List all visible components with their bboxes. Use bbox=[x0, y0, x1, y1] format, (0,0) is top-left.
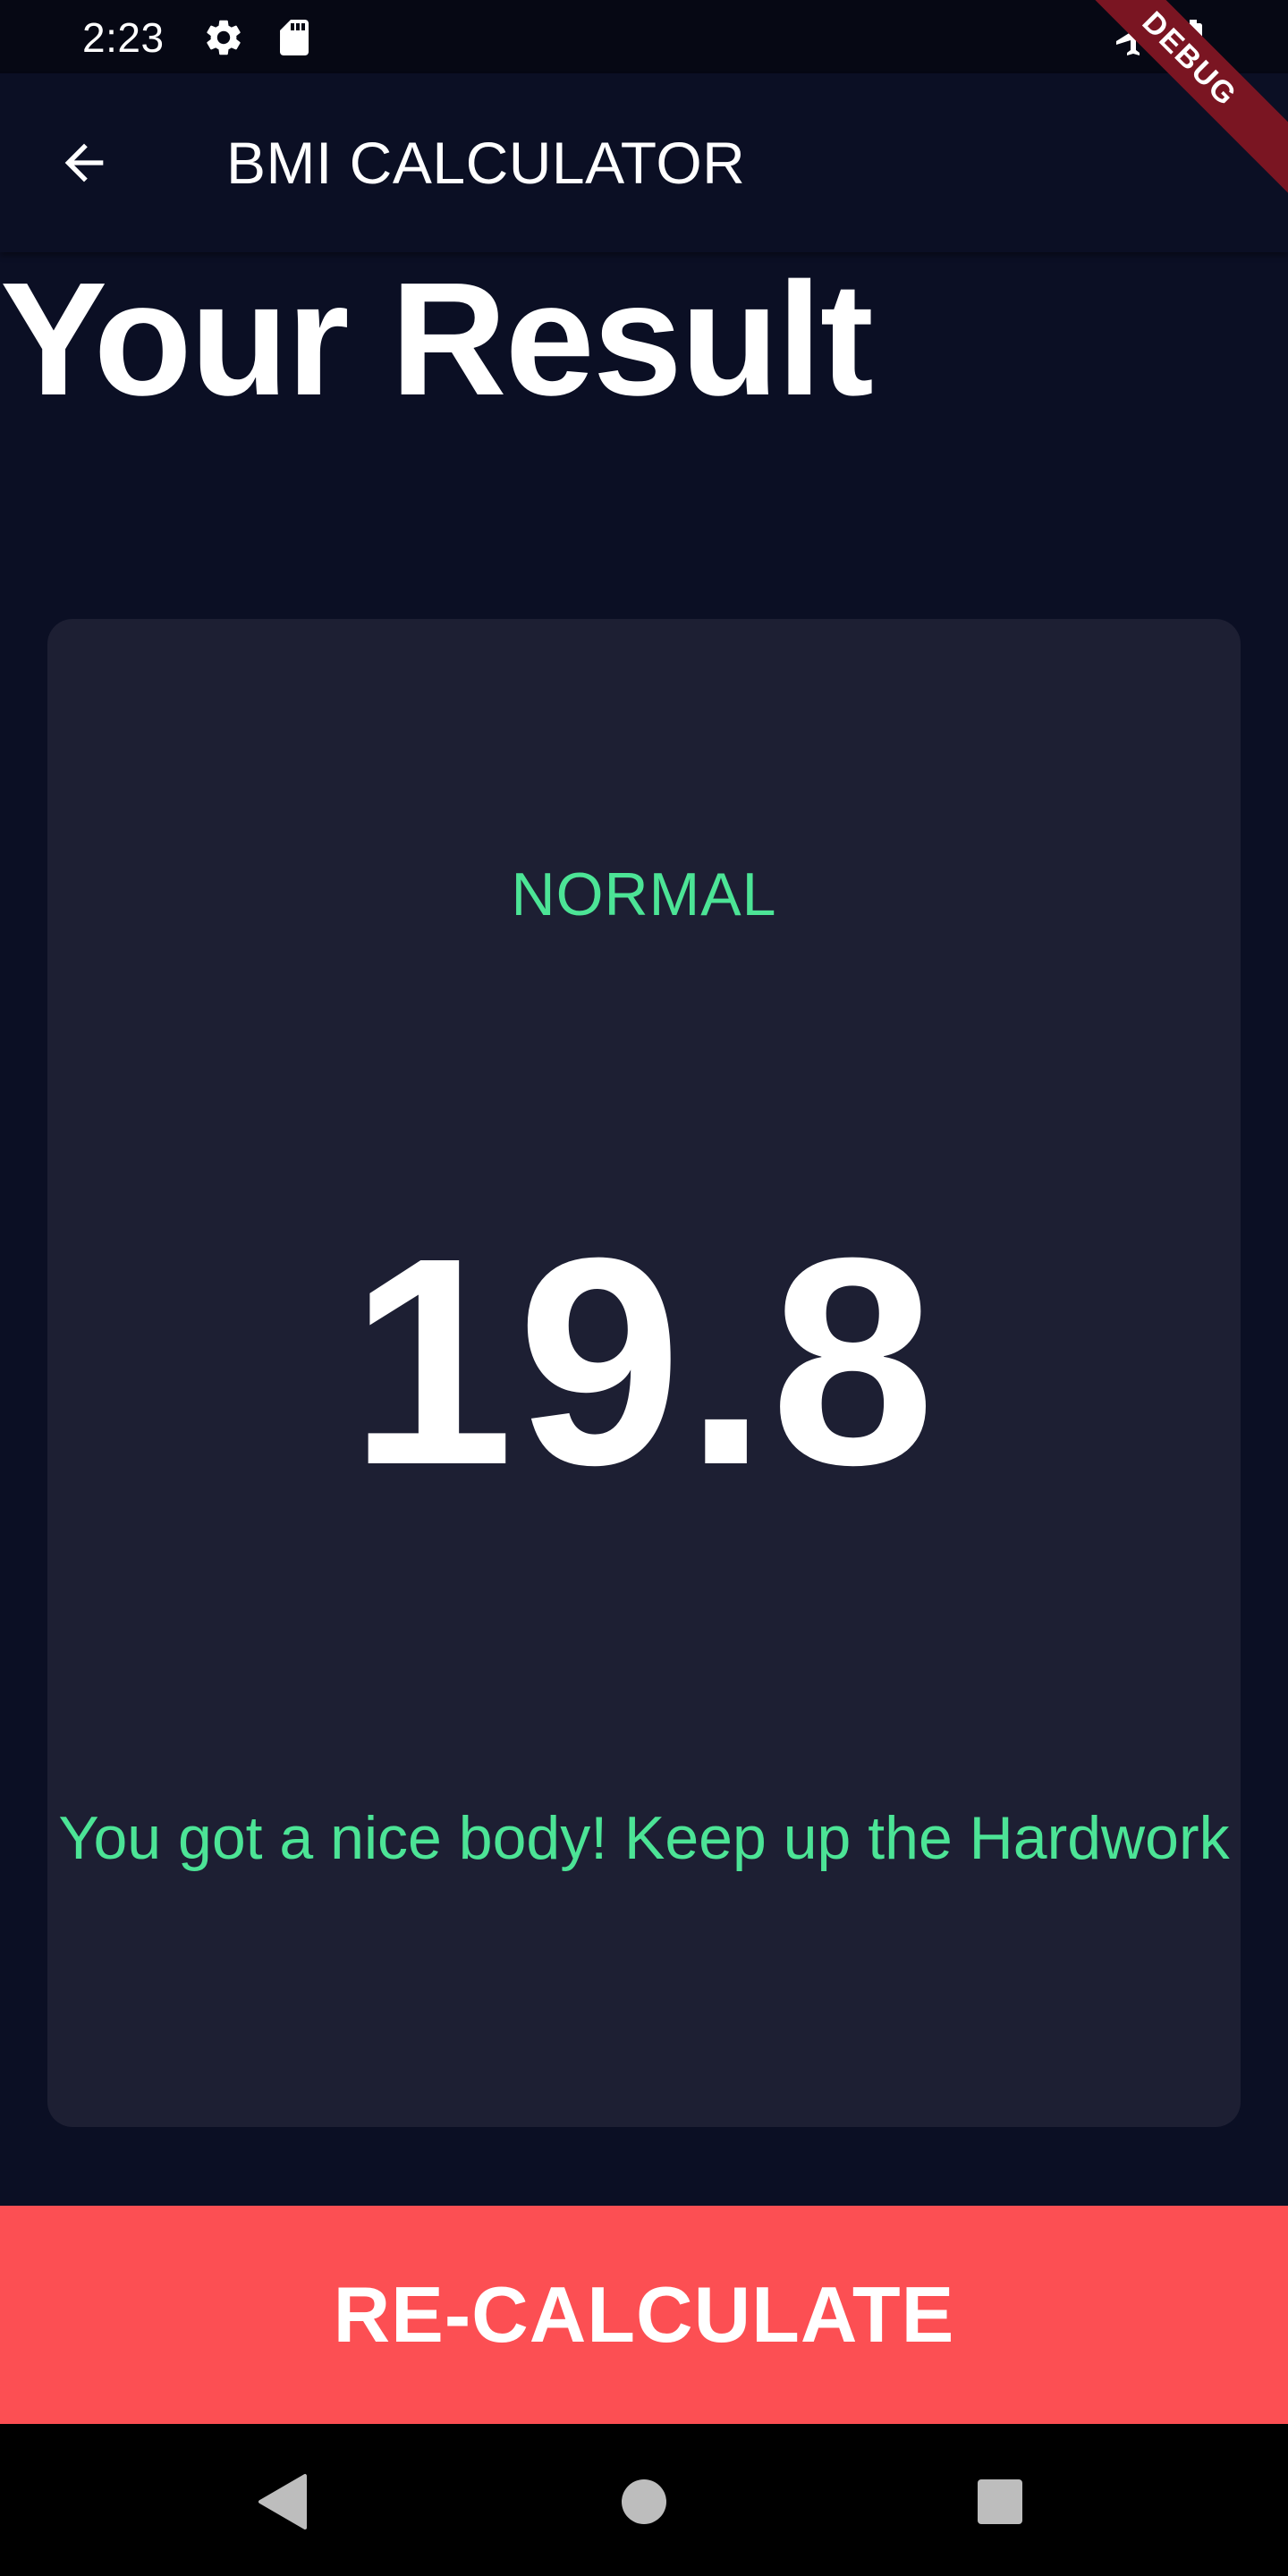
status-time: 2:23 bbox=[82, 14, 165, 61]
bmi-result-screen: 2:23 DEBUG BMI CALCULATOR Your Result NO… bbox=[0, 0, 1288, 2576]
nav-back-button[interactable] bbox=[253, 2470, 316, 2533]
bmi-value: 19.8 bbox=[349, 1196, 939, 1526]
arrow-back-icon bbox=[64, 143, 104, 182]
recalculate-button[interactable]: RE-CALCULATE bbox=[0, 2206, 1288, 2424]
settings-icon bbox=[202, 16, 245, 59]
nav-home-button[interactable] bbox=[613, 2470, 675, 2533]
status-bar: 2:23 bbox=[0, 0, 1288, 73]
page-heading: Your Result bbox=[0, 250, 874, 429]
app-title: BMI CALCULATOR bbox=[226, 130, 746, 196]
back-triangle-icon bbox=[258, 2474, 307, 2529]
bmi-interpretation: You got a nice body! Keep up the Hardwor… bbox=[58, 1804, 1230, 1872]
recents-square-icon bbox=[978, 2479, 1022, 2524]
result-card: NORMAL 19.8 You got a nice body! Keep up… bbox=[47, 619, 1241, 2127]
system-nav-bar bbox=[0, 2424, 1288, 2576]
back-button[interactable] bbox=[50, 129, 118, 197]
app-bar: BMI CALCULATOR bbox=[0, 73, 1288, 252]
sd-card-icon bbox=[273, 16, 316, 59]
bmi-status-label: NORMAL bbox=[511, 860, 777, 928]
nav-recents-button[interactable] bbox=[969, 2470, 1031, 2533]
recalculate-label: RE-CALCULATE bbox=[333, 2270, 955, 2359]
home-circle-icon bbox=[622, 2479, 666, 2524]
